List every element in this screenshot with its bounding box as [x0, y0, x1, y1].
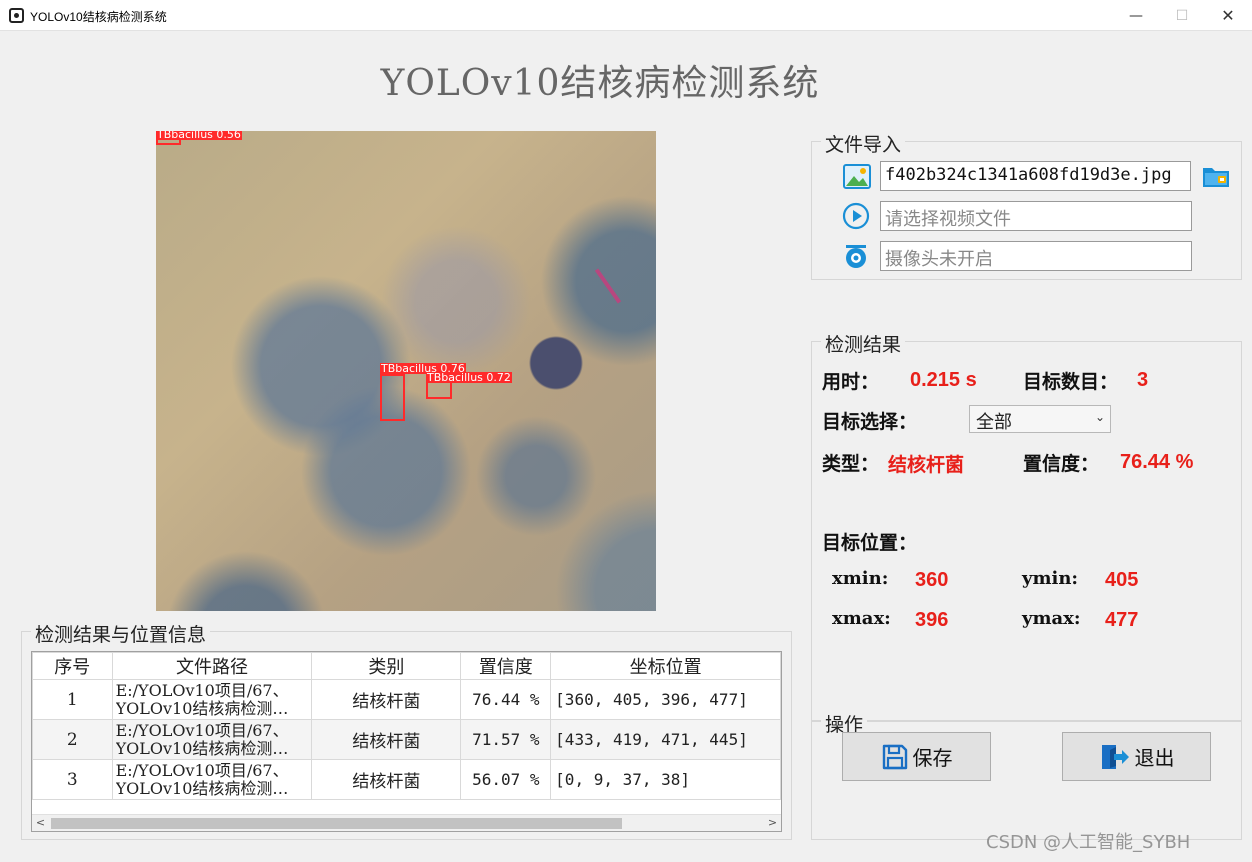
- row-index: 2: [32, 719, 113, 760]
- row-coords: [360, 405, 396, 477]: [550, 679, 781, 720]
- table-header-row: 序号 文件路径 类别 置信度 坐标位置: [32, 652, 781, 680]
- save-button-label: 保存: [912, 746, 953, 770]
- chevron-down-icon: ⌄: [1094, 410, 1105, 424]
- target-count-label: 目标数目：: [1023, 371, 1119, 393]
- header-coords[interactable]: 坐标位置: [550, 652, 781, 680]
- xmin-value: 360: [915, 569, 949, 591]
- confidence-label: 置信度：: [1023, 453, 1100, 475]
- row-path: E:/YOLOv10项目/67、 YOLOv10结核病检测…: [111, 679, 313, 720]
- table-row[interactable]: 1 E:/YOLOv10项目/67、 YOLOv10结核病检测… 结核杆菌 76.…: [32, 679, 781, 720]
- detection-label: TBbacillus 0.72: [426, 371, 512, 384]
- title-bar: YOLOv10结核病检测系统 — ☐ ✕: [0, 0, 1252, 31]
- image-path-field[interactable]: f402b324c1341a608fd19d3e.jpg: [880, 161, 1191, 191]
- xmax-label: xmax:: [832, 608, 891, 629]
- play-video-icon[interactable]: [842, 202, 870, 230]
- target-select-dropdown[interactable]: 全部 ⌄: [969, 405, 1111, 433]
- header-index[interactable]: 序号: [32, 652, 113, 680]
- ymin-label: ymin:: [1022, 568, 1079, 589]
- horizontal-scrollbar[interactable]: < >: [32, 814, 781, 831]
- target-count-value: 3: [1137, 369, 1149, 391]
- detection-box: [380, 374, 405, 421]
- detection-image-view: TBbacillus 0.56 TBbacillus 0.76 TBbacill…: [156, 131, 656, 611]
- type-label: 类型：: [822, 453, 880, 475]
- scroll-right-button[interactable]: >: [764, 816, 781, 831]
- watermark: CSDN @人工智能_SYBH: [986, 832, 1191, 853]
- row-confidence: 56.07 %: [460, 759, 552, 800]
- ymax-label: ymax:: [1022, 608, 1081, 629]
- table-row[interactable]: 3 E:/YOLOv10项目/67、 YOLOv10结核病检测… 结核杆菌 56.…: [32, 759, 781, 800]
- results-table[interactable]: 序号 文件路径 类别 置信度 坐标位置 1 E:/YOLOv10项目/67、 YO…: [31, 651, 782, 832]
- table-row[interactable]: 2 E:/YOLOv10项目/67、 YOLOv10结核病检测… 结核杆菌 71.…: [32, 719, 781, 760]
- camera-icon[interactable]: [842, 242, 870, 270]
- xmax-value: 396: [915, 609, 949, 631]
- row-class: 结核杆菌: [311, 679, 462, 720]
- header-path[interactable]: 文件路径: [111, 652, 313, 680]
- close-button[interactable]: ✕: [1205, 0, 1251, 31]
- xmin-label: xmin:: [832, 568, 889, 589]
- ymin-value: 405: [1105, 569, 1139, 591]
- page-title: YOLOv10结核病检测系统: [380, 63, 820, 104]
- row-path: E:/YOLOv10项目/67、 YOLOv10结核病检测…: [111, 759, 313, 800]
- target-select-value: 全部: [976, 412, 1012, 433]
- type-value: 结核杆菌: [888, 454, 965, 476]
- header-class[interactable]: 类别: [311, 652, 462, 680]
- camera-status-field[interactable]: 摄像头未开启: [880, 241, 1192, 271]
- file-import-title: 文件导入: [821, 130, 906, 157]
- minimize-button[interactable]: —: [1113, 0, 1159, 31]
- open-folder-icon[interactable]: [1201, 162, 1229, 190]
- row-class: 结核杆菌: [311, 759, 462, 800]
- detection-results-title: 检测结果: [821, 330, 906, 357]
- confidence-value: 76.44 %: [1120, 451, 1194, 473]
- time-label: 用时：: [822, 371, 880, 393]
- row-path: E:/YOLOv10项目/67、 YOLOv10结核病检测…: [111, 719, 313, 760]
- window-title: YOLOv10结核病检测系统: [30, 10, 167, 24]
- row-confidence: 71.57 %: [460, 719, 552, 760]
- ymax-value: 477: [1105, 609, 1139, 631]
- target-select-label: 目标选择：: [822, 411, 918, 433]
- app-icon: [9, 8, 24, 23]
- row-index: 1: [32, 679, 113, 720]
- row-class: 结核杆菌: [311, 719, 462, 760]
- save-button[interactable]: 保存: [842, 732, 991, 781]
- save-icon: [882, 744, 907, 769]
- maximize-button[interactable]: ☐: [1159, 0, 1205, 31]
- results-table-title: 检测结果与位置信息: [31, 620, 211, 647]
- target-position-label: 目标位置：: [822, 532, 918, 554]
- exit-icon: [1101, 744, 1129, 769]
- scroll-left-button[interactable]: <: [32, 816, 49, 831]
- row-confidence: 76.44 %: [460, 679, 552, 720]
- scrollbar-thumb[interactable]: [51, 818, 622, 829]
- image-file-icon[interactable]: [843, 163, 871, 191]
- detection-label: TBbacillus 0.56: [156, 131, 242, 141]
- time-value: 0.215 s: [910, 369, 977, 391]
- exit-button[interactable]: 退出: [1062, 732, 1211, 781]
- row-index: 3: [32, 759, 113, 800]
- row-coords: [433, 419, 471, 445]: [550, 719, 781, 760]
- row-coords: [0, 9, 37, 38]: [550, 759, 781, 800]
- exit-button-label: 退出: [1134, 746, 1175, 770]
- header-confidence[interactable]: 置信度: [460, 652, 552, 680]
- video-path-field[interactable]: 请选择视频文件: [880, 201, 1192, 231]
